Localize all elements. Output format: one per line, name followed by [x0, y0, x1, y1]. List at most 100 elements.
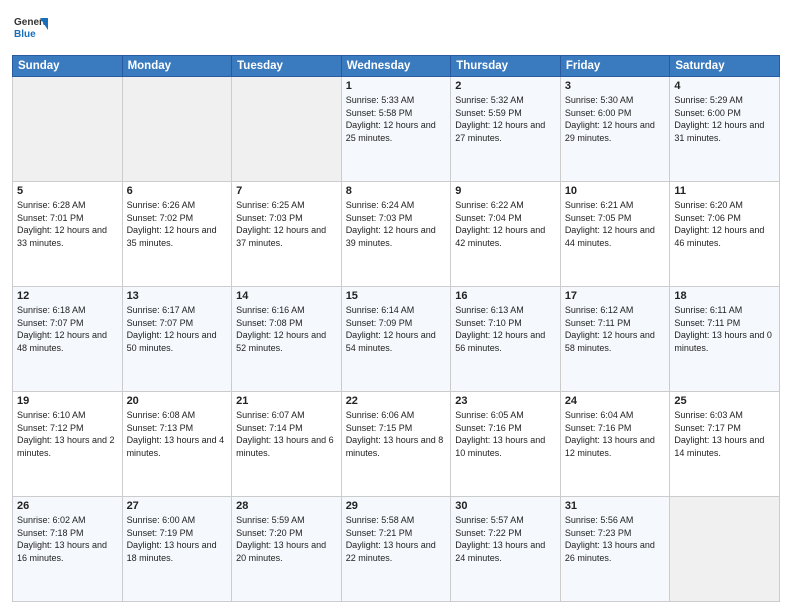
calendar-cell: 19 Sunrise: 6:10 AM Sunset: 7:12 PM Dayli…	[13, 392, 123, 497]
day-number: 7	[236, 185, 337, 197]
cell-info: Sunrise: 5:32 AM Sunset: 5:59 PM Dayligh…	[455, 94, 556, 144]
cell-info: Sunrise: 6:04 AM Sunset: 7:16 PM Dayligh…	[565, 409, 666, 459]
calendar-cell: 27 Sunrise: 6:00 AM Sunset: 7:19 PM Dayli…	[122, 497, 232, 602]
day-number: 17	[565, 290, 666, 302]
day-number: 29	[346, 500, 447, 512]
weekday-header-thursday: Thursday	[451, 56, 561, 77]
cell-info: Sunrise: 6:06 AM Sunset: 7:15 PM Dayligh…	[346, 409, 447, 459]
calendar-cell: 1 Sunrise: 5:33 AM Sunset: 5:58 PM Daylig…	[341, 77, 451, 182]
cell-info: Sunrise: 6:22 AM Sunset: 7:04 PM Dayligh…	[455, 199, 556, 249]
cell-info: Sunrise: 5:57 AM Sunset: 7:22 PM Dayligh…	[455, 514, 556, 564]
calendar-cell: 22Sunrise: 6:06 AM Sunset: 7:15 PM Dayli…	[341, 392, 451, 497]
calendar-cell: 21 Sunrise: 6:07 AM Sunset: 7:14 PM Dayli…	[232, 392, 342, 497]
day-number: 30	[455, 500, 556, 512]
weekday-header-saturday: Saturday	[670, 56, 780, 77]
calendar-row-4: 26 Sunrise: 6:02 AM Sunset: 7:18 PM Dayli…	[13, 497, 780, 602]
cell-info: Sunrise: 5:29 AM Sunset: 6:00 PM Dayligh…	[674, 94, 775, 144]
cell-info: Sunrise: 6:16 AM Sunset: 7:08 PM Dayligh…	[236, 304, 337, 354]
calendar-row-1: 5 Sunrise: 6:28 AM Sunset: 7:01 PM Daylig…	[13, 182, 780, 287]
calendar-row-0: 1 Sunrise: 5:33 AM Sunset: 5:58 PM Daylig…	[13, 77, 780, 182]
calendar-cell: 12 Sunrise: 6:18 AM Sunset: 7:07 PM Dayli…	[13, 287, 123, 392]
cell-info: Sunrise: 6:10 AM Sunset: 7:12 PM Dayligh…	[17, 409, 118, 459]
cell-info: Sunrise: 5:56 AM Sunset: 7:23 PM Dayligh…	[565, 514, 666, 564]
day-number: 5	[17, 185, 118, 197]
day-number: 18	[674, 290, 775, 302]
cell-info: Sunrise: 5:33 AM Sunset: 5:58 PM Dayligh…	[346, 94, 447, 144]
day-number: 8	[346, 185, 447, 197]
calendar-cell	[670, 497, 780, 602]
day-number: 23	[455, 395, 556, 407]
day-number: 2	[455, 80, 556, 92]
calendar-cell: 4Sunrise: 5:29 AM Sunset: 6:00 PM Daylig…	[670, 77, 780, 182]
day-number: 25	[674, 395, 775, 407]
logo-icon: General Blue	[12, 10, 48, 46]
calendar-cell: 13 Sunrise: 6:17 AM Sunset: 7:07 PM Dayli…	[122, 287, 232, 392]
cell-info: Sunrise: 6:21 AM Sunset: 7:05 PM Dayligh…	[565, 199, 666, 249]
calendar-cell	[232, 77, 342, 182]
cell-info: Sunrise: 6:05 AM Sunset: 7:16 PM Dayligh…	[455, 409, 556, 459]
calendar-cell: 7Sunrise: 6:25 AM Sunset: 7:03 PM Daylig…	[232, 182, 342, 287]
day-number: 26	[17, 500, 118, 512]
cell-info: Sunrise: 5:58 AM Sunset: 7:21 PM Dayligh…	[346, 514, 447, 564]
day-number: 21	[236, 395, 337, 407]
day-number: 12	[17, 290, 118, 302]
day-number: 19	[17, 395, 118, 407]
calendar-table: SundayMondayTuesdayWednesdayThursdayFrid…	[12, 55, 780, 602]
cell-info: Sunrise: 6:18 AM Sunset: 7:07 PM Dayligh…	[17, 304, 118, 354]
day-number: 16	[455, 290, 556, 302]
cell-info: Sunrise: 6:02 AM Sunset: 7:18 PM Dayligh…	[17, 514, 118, 564]
cell-info: Sunrise: 5:30 AM Sunset: 6:00 PM Dayligh…	[565, 94, 666, 144]
cell-info: Sunrise: 6:17 AM Sunset: 7:07 PM Dayligh…	[127, 304, 228, 354]
day-number: 1	[346, 80, 447, 92]
weekday-header-tuesday: Tuesday	[232, 56, 342, 77]
day-number: 13	[127, 290, 228, 302]
header: General Blue	[12, 10, 780, 51]
calendar-cell: 11 Sunrise: 6:20 AM Sunset: 7:06 PM Dayli…	[670, 182, 780, 287]
cell-info: Sunrise: 6:28 AM Sunset: 7:01 PM Dayligh…	[17, 199, 118, 249]
weekday-header-sunday: Sunday	[13, 56, 123, 77]
calendar-cell: 6 Sunrise: 6:26 AM Sunset: 7:02 PM Daylig…	[122, 182, 232, 287]
day-number: 15	[346, 290, 447, 302]
calendar-cell: 3 Sunrise: 5:30 AM Sunset: 6:00 PM Daylig…	[560, 77, 670, 182]
day-number: 20	[127, 395, 228, 407]
day-number: 31	[565, 500, 666, 512]
cell-info: Sunrise: 6:20 AM Sunset: 7:06 PM Dayligh…	[674, 199, 775, 249]
day-number: 3	[565, 80, 666, 92]
day-number: 9	[455, 185, 556, 197]
cell-info: Sunrise: 6:00 AM Sunset: 7:19 PM Dayligh…	[127, 514, 228, 564]
calendar-cell: 20 Sunrise: 6:08 AM Sunset: 7:13 PM Dayli…	[122, 392, 232, 497]
day-number: 11	[674, 185, 775, 197]
calendar-cell	[13, 77, 123, 182]
svg-text:Blue: Blue	[14, 29, 36, 40]
calendar-cell: 5 Sunrise: 6:28 AM Sunset: 7:01 PM Daylig…	[13, 182, 123, 287]
cell-info: Sunrise: 6:11 AM Sunset: 7:11 PM Dayligh…	[674, 304, 775, 354]
calendar-cell: 16Sunrise: 6:13 AM Sunset: 7:10 PM Dayli…	[451, 287, 561, 392]
calendar-page: General Blue SundayMondayTuesdayWednesda…	[0, 0, 792, 612]
calendar-cell: 31 Sunrise: 5:56 AM Sunset: 7:23 PM Dayli…	[560, 497, 670, 602]
day-number: 27	[127, 500, 228, 512]
day-number: 24	[565, 395, 666, 407]
day-number: 10	[565, 185, 666, 197]
weekday-header-wednesday: Wednesday	[341, 56, 451, 77]
calendar-cell: 28Sunrise: 5:59 AM Sunset: 7:20 PM Dayli…	[232, 497, 342, 602]
cell-info: Sunrise: 6:03 AM Sunset: 7:17 PM Dayligh…	[674, 409, 775, 459]
calendar-cell: 24 Sunrise: 6:04 AM Sunset: 7:16 PM Dayli…	[560, 392, 670, 497]
cell-info: Sunrise: 6:08 AM Sunset: 7:13 PM Dayligh…	[127, 409, 228, 459]
calendar-cell	[122, 77, 232, 182]
day-number: 28	[236, 500, 337, 512]
cell-info: Sunrise: 6:12 AM Sunset: 7:11 PM Dayligh…	[565, 304, 666, 354]
calendar-cell: 30 Sunrise: 5:57 AM Sunset: 7:22 PM Dayli…	[451, 497, 561, 602]
cell-info: Sunrise: 6:26 AM Sunset: 7:02 PM Dayligh…	[127, 199, 228, 249]
calendar-cell: 29 Sunrise: 5:58 AM Sunset: 7:21 PM Dayli…	[341, 497, 451, 602]
logo: General Blue	[12, 10, 48, 51]
calendar-cell: 15Sunrise: 6:14 AM Sunset: 7:09 PM Dayli…	[341, 287, 451, 392]
weekday-header-friday: Friday	[560, 56, 670, 77]
calendar-row-3: 19 Sunrise: 6:10 AM Sunset: 7:12 PM Dayli…	[13, 392, 780, 497]
cell-info: Sunrise: 6:07 AM Sunset: 7:14 PM Dayligh…	[236, 409, 337, 459]
calendar-cell: 8 Sunrise: 6:24 AM Sunset: 7:03 PM Daylig…	[341, 182, 451, 287]
calendar-cell: 2 Sunrise: 5:32 AM Sunset: 5:59 PM Daylig…	[451, 77, 561, 182]
cell-info: Sunrise: 6:24 AM Sunset: 7:03 PM Dayligh…	[346, 199, 447, 249]
weekday-header-row: SundayMondayTuesdayWednesdayThursdayFrid…	[13, 56, 780, 77]
calendar-cell: 10 Sunrise: 6:21 AM Sunset: 7:05 PM Dayli…	[560, 182, 670, 287]
day-number: 6	[127, 185, 228, 197]
